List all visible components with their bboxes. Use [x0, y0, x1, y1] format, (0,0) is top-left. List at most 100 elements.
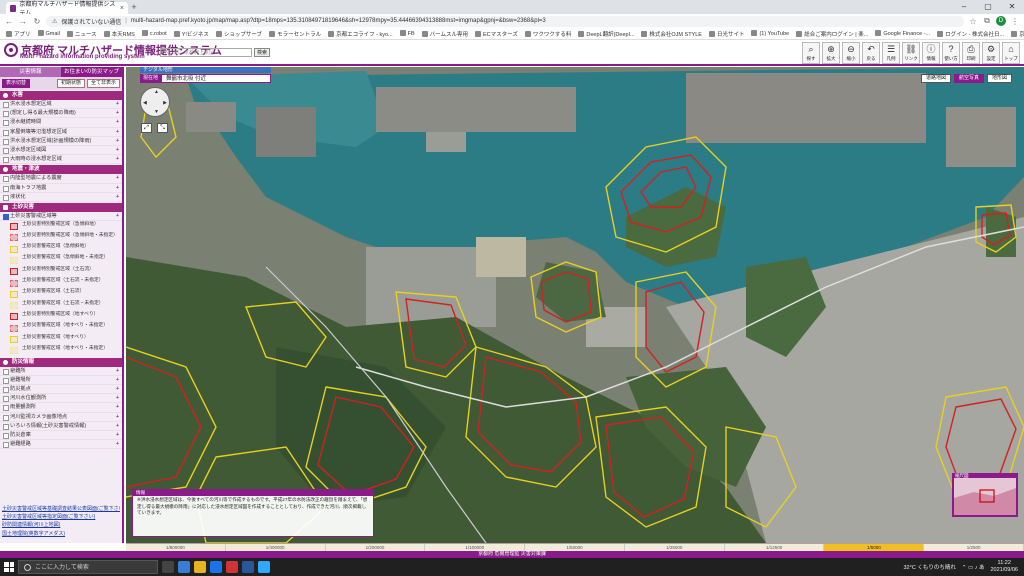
bookmark-item[interactable]: ECマスターズ — [475, 30, 518, 38]
acrobat-icon[interactable] — [226, 561, 238, 573]
expand-icon[interactable]: + — [116, 146, 119, 154]
tab-disaster-info[interactable]: 災害情報 — [0, 67, 61, 77]
reset-button[interactable]: 初期状態 — [56, 79, 85, 88]
layer-item[interactable]: 浸水想定区域図 + — [0, 146, 122, 156]
clock[interactable]: 11:22 2021/09/06 — [990, 560, 1018, 574]
tab-local-map[interactable]: お住まいの防災マップ — [61, 67, 122, 77]
minimize-icon[interactable]: – — [952, 0, 976, 14]
search-button[interactable]: 検索 — [254, 48, 270, 57]
aerial-map[interactable] — [126, 67, 1024, 543]
layer-item[interactable]: 液状化 + — [0, 193, 122, 202]
category-header[interactable]: 地震・津波 — [0, 165, 122, 175]
bookmark-item[interactable]: Gmail — [37, 30, 60, 37]
expand-icon[interactable]: + — [116, 155, 119, 163]
sidebar-link[interactable]: 土砂災害警戒区域等基礎調査結果公表図面(ご覧下さい) — [2, 505, 120, 513]
layer-item[interactable]: 内陸型地震による震度 + — [0, 174, 122, 184]
expand-icon[interactable]: + — [116, 440, 119, 448]
weather-text[interactable]: 32°C くもりのち晴れ — [904, 563, 956, 571]
tool-button-link[interactable]: ⛓ リンク — [902, 42, 920, 64]
window-close-icon[interactable]: ✕ — [1000, 0, 1024, 14]
fit-map-icon[interactable]: ⤡ — [157, 123, 168, 133]
star-icon[interactable]: ☆ — [968, 17, 978, 26]
scale-option[interactable]: 1/2500 — [924, 544, 1024, 551]
sidebar-link[interactable]: 土砂災害警戒区域等指定図面(ご覧下さい) — [2, 513, 120, 521]
fullscreen-icon[interactable]: ⤢ — [141, 123, 152, 133]
bookmark-item[interactable]: ニュース — [66, 30, 97, 38]
tab-topographic[interactable]: 地形図 — [986, 74, 1012, 83]
tool-button-info[interactable]: ⓘ 情報 — [922, 42, 940, 64]
extensions-icon[interactable]: ⧉ — [982, 16, 992, 26]
layer-item[interactable]: 南海トラフ地震 + — [0, 184, 122, 193]
expand-icon[interactable]: + — [116, 403, 119, 411]
scale-option[interactable]: 1/100000 — [425, 544, 526, 551]
tool-button-back[interactable]: ↶ 戻る — [862, 42, 880, 64]
tool-button-settings[interactable]: ⚙ 設定 — [982, 42, 1000, 64]
overview-map[interactable]: 縮尺図 — [952, 473, 1018, 517]
tool-button-help[interactable]: ? 使い方 — [942, 42, 960, 64]
facility-item[interactable]: 雨量観測所 + — [0, 403, 122, 413]
pan-up-icon[interactable]: ▲ — [154, 89, 159, 95]
bookmark-item[interactable]: 株式会社OJM STYLE — [641, 30, 702, 38]
photoshop-icon[interactable] — [258, 561, 270, 573]
tab-close-icon[interactable]: × — [120, 5, 124, 12]
facility-item[interactable]: いろいろ情報(土砂災害警戒情報) + — [0, 422, 122, 431]
scale-option[interactable]: 1/400000 — [226, 544, 326, 551]
facility-item[interactable]: 防災倉庫 + — [0, 431, 122, 441]
facility-item[interactable]: 防災拠点 + — [0, 385, 122, 395]
address-search-input[interactable]: 入力例：京都府上京区 — [160, 48, 252, 57]
scale-option[interactable]: 1/200000 — [326, 544, 426, 551]
forward-arrow-icon[interactable]: → — [18, 17, 28, 26]
expand-icon[interactable]: + — [116, 394, 119, 402]
tool-button-legend[interactable]: ☰ 凡例 — [882, 42, 900, 64]
bookmark-item[interactable]: ショップサーブ — [215, 30, 262, 38]
layer-item[interactable]: 大雨時の浸水想定区域 + — [0, 155, 122, 165]
expand-icon[interactable]: + — [116, 385, 119, 393]
reload-icon[interactable]: ↻ — [32, 17, 42, 26]
category-header[interactable]: 防災情報 — [0, 357, 122, 367]
category-header[interactable]: 土砂災害 — [0, 202, 122, 212]
expand-icon[interactable]: + — [116, 184, 119, 192]
url-field[interactable]: ⚠ 保護されていない通信 | multi-hazard-map.pref.kyo… — [46, 15, 964, 27]
layer-item[interactable]: 浸水継続時間 + — [0, 118, 122, 128]
bookmark-item[interactable]: 本天RMS — [103, 30, 135, 38]
bookmark-item[interactable]: 京都市各区12-3&書... — [1011, 30, 1024, 38]
layer-item[interactable]: 土砂災害警戒区域等 + — [0, 212, 122, 222]
bookmark-item[interactable]: 日光サイト — [708, 30, 744, 38]
tool-button-zoom-out[interactable]: ⊖ 縮小 — [842, 42, 860, 64]
bookmark-item[interactable]: バームスル専用 — [421, 30, 468, 38]
tool-button-print[interactable]: ⎙ 印刷 — [962, 42, 980, 64]
expand-icon[interactable]: + — [116, 174, 119, 182]
facility-item[interactable]: 河川監視カメラ画像地点 + — [0, 413, 122, 422]
expand-icon[interactable]: + — [116, 422, 119, 430]
chrome-icon[interactable] — [210, 561, 222, 573]
scale-option[interactable]: 1/12500 — [725, 544, 825, 551]
pan-down-icon[interactable]: ▼ — [154, 109, 159, 115]
bookmark-item[interactable]: DeepL翻訳(Deepl... — [578, 30, 634, 38]
browser-tab[interactable]: 京都府マルチハザード情報提供システム × — [6, 2, 128, 17]
bookmark-item[interactable]: 京都エコライフ - kyo... — [328, 30, 393, 38]
facility-item[interactable]: 避難経路 + — [0, 440, 122, 450]
expand-icon[interactable]: + — [116, 137, 119, 145]
tab-aerial-photo[interactable]: 航空写真 — [953, 74, 984, 83]
bookmark-item[interactable]: FB — [399, 30, 415, 37]
layer-item[interactable]: (想定し得る最大規模の降雨) + — [0, 109, 122, 119]
bookmark-item[interactable]: c.robot — [141, 30, 167, 37]
layer-item[interactable]: 洪水浸水想定区域(計画規模の降雨) + — [0, 137, 122, 146]
new-tab-button[interactable]: + — [128, 2, 140, 14]
tray-icons[interactable]: ⌃ ▭ ♪ あ — [962, 563, 985, 571]
facility-item[interactable]: 避難場所 + — [0, 376, 122, 385]
edge-icon[interactable] — [178, 561, 190, 573]
scale-option[interactable]: 1/5000 — [824, 544, 925, 551]
expand-icon[interactable]: + — [116, 109, 119, 117]
layer-item[interactable]: 洪水浸水想定区域 + — [0, 100, 122, 110]
bookmark-item[interactable]: ワクワクする料 — [524, 30, 571, 38]
expand-icon[interactable]: + — [116, 367, 119, 375]
word-icon[interactable] — [242, 561, 254, 573]
bookmark-item[interactable]: Google Finance -... — [875, 30, 930, 37]
scale-option[interactable]: 1/50000 — [525, 544, 625, 551]
expand-icon[interactable]: + — [116, 128, 119, 136]
menu-icon[interactable]: ⋮ — [1010, 17, 1020, 26]
layer-item[interactable]: 家屋倒壊等氾濫想定区域 + — [0, 128, 122, 137]
windows-start-icon[interactable] — [4, 562, 14, 572]
scale-option[interactable]: 1/25000 — [625, 544, 725, 551]
